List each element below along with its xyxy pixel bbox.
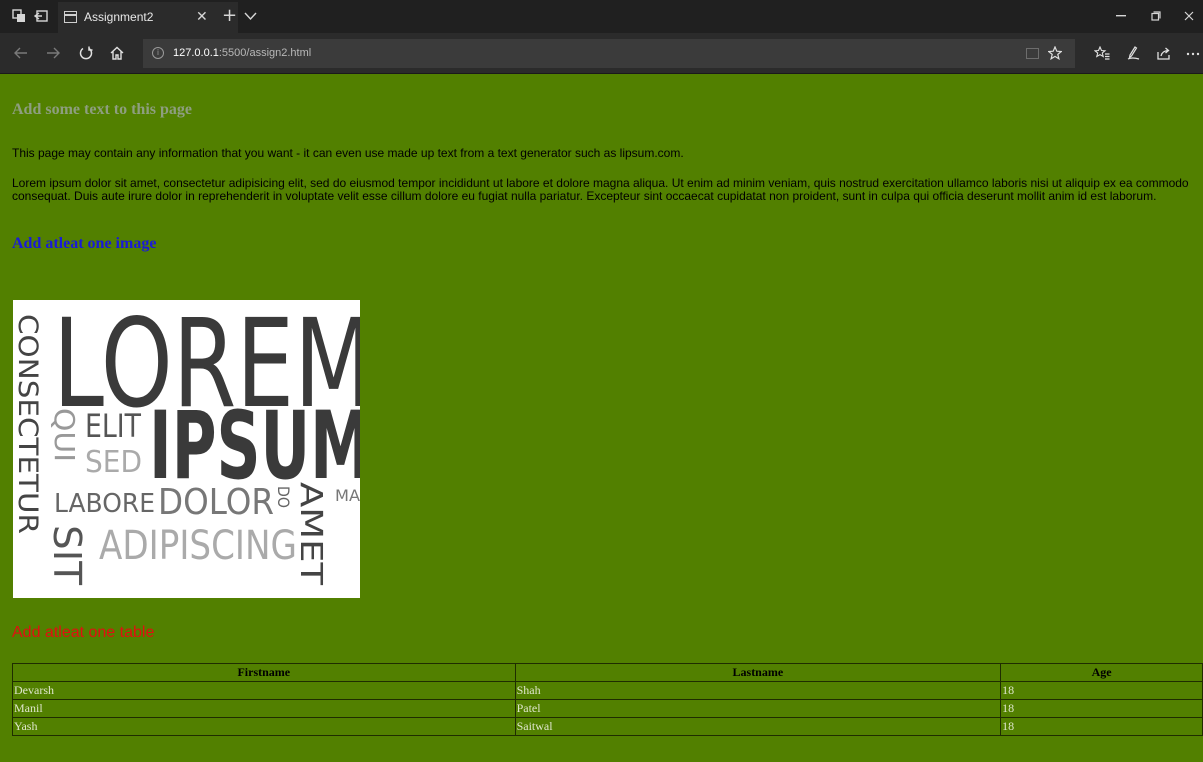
cell-firstname: Manil: [12, 699, 516, 718]
tab-close-icon[interactable]: ✕: [196, 10, 208, 24]
page-icon: [64, 11, 77, 23]
back-icon[interactable]: [14, 46, 28, 60]
tab-bar: Assignment2 ✕ +: [0, 0, 1203, 33]
cell-firstname: Yash: [12, 717, 516, 736]
favorites-list-icon[interactable]: [1094, 46, 1110, 60]
reading-view-icon[interactable]: [1026, 48, 1039, 59]
table-row: Yash Saitwal 18: [12, 717, 1203, 736]
word-qui: QUI: [48, 408, 81, 462]
word-elit: ELIT: [85, 407, 141, 445]
minimize-icon[interactable]: [1116, 14, 1126, 18]
people-table: Firstname Lastname Age Devarsh Shah 18 M…: [12, 663, 1203, 736]
table-header-row: Firstname Lastname Age: [12, 663, 1203, 682]
word-consectetur: CONSECTETUR: [13, 314, 43, 534]
forward-icon[interactable]: [46, 46, 60, 60]
cell-age: 18: [1000, 681, 1203, 700]
tab-actions-icon[interactable]: [12, 9, 26, 23]
word-cloud-graphic: LOREM IPSUM CONSECTETUR ELIT QUI SED LAB…: [13, 300, 360, 586]
refresh-icon[interactable]: [79, 46, 93, 60]
header-age: Age: [1000, 663, 1203, 682]
tab-list-icon[interactable]: [244, 11, 257, 21]
word-amet: AMET: [293, 482, 328, 586]
url-text: 127.0.0.1:5500/assign2.html: [173, 47, 311, 59]
cell-firstname: Devarsh: [12, 681, 516, 700]
set-aside-tabs-icon[interactable]: [34, 9, 48, 23]
word-do: DO: [274, 486, 293, 508]
window-close-icon[interactable]: [1184, 11, 1194, 21]
heading-add-image: Add atleat one image: [12, 235, 157, 252]
page-content: Add some text to this page This page may…: [0, 74, 1203, 762]
word-dolor: DOLOR: [158, 482, 274, 523]
table-row: Manil Patel 18: [12, 699, 1203, 718]
table-row: Devarsh Shah 18: [12, 681, 1203, 700]
cell-lastname: Patel: [514, 699, 1002, 718]
word-adipiscing: ADIPISCING: [99, 523, 297, 569]
favorite-star-icon[interactable]: [1048, 46, 1062, 60]
header-firstname: Firstname: [12, 663, 516, 682]
more-icon[interactable]: [1186, 52, 1200, 56]
cell-age: 18: [1000, 699, 1203, 718]
tab-title: Assignment2: [84, 10, 154, 24]
lorem-word-cloud-image: LOREM IPSUM CONSECTETUR ELIT QUI SED LAB…: [13, 300, 360, 598]
heading-add-table: Add atleat one table: [12, 624, 155, 641]
lorem-paragraph: Lorem ipsum dolor sit amet, consectetur …: [12, 176, 1189, 203]
notes-pen-icon[interactable]: [1126, 46, 1140, 60]
cell-lastname: Shah: [514, 681, 1002, 700]
url-host: 127.0.0.1: [173, 47, 219, 59]
intro-paragraph: This page may contain any information th…: [12, 146, 684, 160]
share-icon[interactable]: [1157, 46, 1171, 60]
maximize-icon[interactable]: [1151, 11, 1161, 21]
header-lastname: Lastname: [514, 663, 1002, 682]
cell-lastname: Saitwal: [514, 717, 1002, 736]
tab-assignment2[interactable]: Assignment2 ✕: [58, 2, 238, 33]
word-sit: SIT: [45, 525, 89, 586]
word-labore: LABORE: [54, 489, 155, 519]
word-ma: MA: [335, 486, 360, 505]
word-sed: SED: [85, 445, 142, 480]
url-field[interactable]: i 127.0.0.1:5500/assign2.html: [143, 39, 1075, 68]
home-icon[interactable]: [110, 46, 124, 60]
url-path: :5500/assign2.html: [218, 47, 312, 59]
cell-age: 18: [1000, 717, 1203, 736]
heading-add-text: Add some text to this page: [12, 101, 192, 118]
address-bar: i 127.0.0.1:5500/assign2.html: [0, 33, 1203, 74]
new-tab-icon[interactable]: +: [222, 7, 237, 25]
site-info-icon[interactable]: i: [152, 47, 164, 59]
